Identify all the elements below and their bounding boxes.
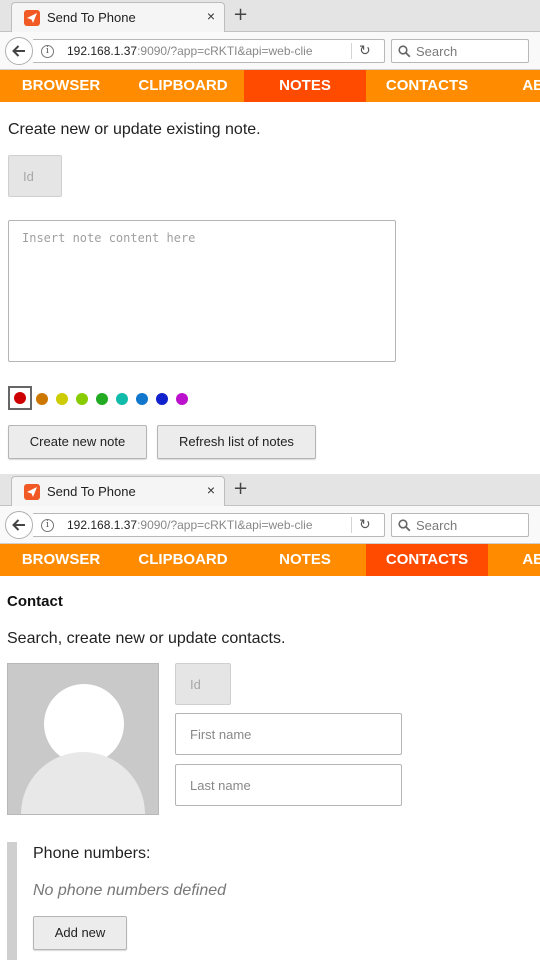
app-menu: BROWSER CLIPBOARD NOTES CONTACTS ABOUT	[0, 544, 540, 576]
info-icon[interactable]: i	[41, 519, 54, 532]
tab-strip: Send To Phone × +	[0, 474, 540, 507]
menu-item-contacts[interactable]: CONTACTS	[366, 544, 488, 576]
app-favicon-icon	[24, 484, 40, 500]
url-text: 192.168.1.37:9090/?app=cRKTI&api=web-cli…	[67, 44, 351, 58]
reload-icon[interactable]: ↻	[359, 43, 371, 59]
url-bar[interactable]: i 192.168.1.37:9090/?app=cRKTI&api=web-c…	[33, 39, 385, 63]
last-name-field[interactable]	[175, 764, 402, 806]
color-swatch[interactable]	[36, 393, 48, 405]
url-host: 192.168.1.37	[67, 44, 138, 58]
phone-numbers-label: Phone numbers:	[33, 845, 151, 862]
search-input[interactable]	[416, 517, 524, 533]
search-bar[interactable]	[391, 513, 529, 537]
tab-close-icon[interactable]: ×	[207, 482, 215, 498]
contacts-intro-text: Search, create new or update contacts.	[7, 630, 286, 647]
info-icon[interactable]: i	[41, 45, 54, 58]
menu-item-browser[interactable]: BROWSER	[0, 544, 122, 576]
notes-intro-text: Create new or update existing note.	[8, 121, 261, 138]
add-phone-button[interactable]: Add new	[33, 916, 127, 950]
color-swatch[interactable]	[156, 393, 168, 405]
browser-tab[interactable]: Send To Phone ×	[11, 476, 225, 507]
app-favicon-icon	[24, 10, 40, 26]
color-swatch-dot	[14, 392, 26, 404]
menu-item-notes[interactable]: NOTES	[244, 544, 366, 576]
navigation-bar: i 192.168.1.37:9090/?app=cRKTI&api=web-c…	[0, 32, 540, 70]
url-separator	[351, 517, 352, 533]
color-swatch[interactable]	[96, 393, 108, 405]
first-name-field[interactable]	[175, 713, 402, 755]
tab-close-icon[interactable]: ×	[207, 8, 215, 24]
url-text: 192.168.1.37:9090/?app=cRKTI&api=web-cli…	[67, 518, 351, 532]
phone-numbers-section: Phone numbers: No phone numbers defined …	[7, 842, 407, 960]
reload-icon[interactable]: ↻	[359, 517, 371, 533]
url-bar[interactable]: i 192.168.1.37:9090/?app=cRKTI&api=web-c…	[33, 513, 385, 537]
color-swatch-selected[interactable]	[8, 386, 32, 410]
note-id-field[interactable]	[8, 155, 62, 197]
contact-id-field[interactable]	[175, 663, 231, 705]
color-swatch[interactable]	[76, 393, 88, 405]
browser-window-contacts: Send To Phone × + i 192.168.1.37:9090/?a…	[0, 474, 540, 960]
search-icon	[398, 519, 411, 532]
url-separator	[351, 43, 352, 59]
create-note-button[interactable]: Create new note	[8, 425, 147, 459]
new-tab-button[interactable]: +	[233, 4, 248, 25]
menu-item-browser[interactable]: BROWSER	[0, 70, 122, 102]
refresh-notes-button[interactable]: Refresh list of notes	[157, 425, 316, 459]
search-icon	[398, 45, 411, 58]
color-swatch[interactable]	[136, 393, 148, 405]
url-path: :9090/?app=cRKTI&api=web-clie	[137, 518, 313, 532]
browser-tab[interactable]: Send To Phone ×	[11, 2, 225, 33]
contact-avatar[interactable]	[7, 663, 159, 815]
menu-item-about[interactable]: ABOUT	[488, 70, 540, 102]
menu-item-clipboard[interactable]: CLIPBOARD	[122, 544, 244, 576]
menu-item-contacts[interactable]: CONTACTS	[366, 70, 488, 102]
page-title: Contact	[7, 593, 63, 610]
color-swatch[interactable]	[56, 393, 68, 405]
back-button[interactable]	[5, 37, 33, 65]
menu-item-clipboard[interactable]: CLIPBOARD	[122, 70, 244, 102]
back-button[interactable]	[5, 511, 33, 539]
color-swatch[interactable]	[176, 393, 188, 405]
url-path: :9090/?app=cRKTI&api=web-clie	[137, 44, 313, 58]
new-tab-button[interactable]: +	[233, 478, 248, 499]
tab-title: Send To Phone	[47, 10, 136, 25]
app-menu: BROWSER CLIPBOARD NOTES CONTACTS ABOUT	[0, 70, 540, 102]
avatar-body-shape	[21, 752, 145, 814]
search-input[interactable]	[416, 43, 524, 59]
color-swatch[interactable]	[116, 393, 128, 405]
menu-item-about[interactable]: ABOUT	[488, 544, 540, 576]
navigation-bar: i 192.168.1.37:9090/?app=cRKTI&api=web-c…	[0, 506, 540, 544]
menu-item-notes[interactable]: NOTES	[244, 70, 366, 102]
tab-strip: Send To Phone × +	[0, 0, 540, 33]
search-bar[interactable]	[391, 39, 529, 63]
note-content-textarea[interactable]	[8, 220, 396, 362]
tab-title: Send To Phone	[47, 484, 136, 499]
phone-numbers-empty-text: No phone numbers defined	[33, 882, 227, 899]
url-host: 192.168.1.37	[67, 518, 138, 532]
browser-window-notes: Send To Phone × + i 192.168.1.37:9090/?a…	[0, 0, 540, 474]
